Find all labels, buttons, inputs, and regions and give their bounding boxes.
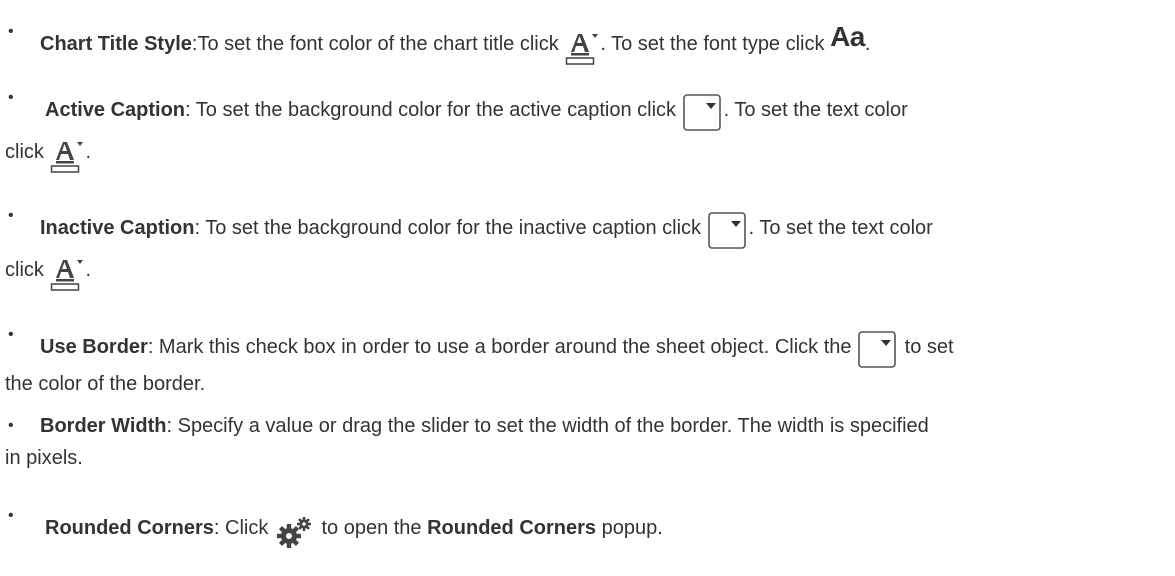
term-label: Inactive Caption bbox=[40, 217, 195, 239]
description-text: . To set the text color bbox=[748, 217, 933, 239]
term-label: Border Width bbox=[40, 415, 167, 437]
bullet: • bbox=[8, 23, 14, 40]
period-text: . bbox=[85, 259, 92, 281]
list-item-text: click . bbox=[5, 248, 91, 292]
bullet: • bbox=[8, 507, 14, 524]
list-item-text: Rounded Corners: Click to open the Round… bbox=[45, 506, 663, 550]
period-text: . bbox=[864, 33, 871, 55]
description-text: click bbox=[5, 141, 50, 163]
list-item-text: Inactive Caption: To set the background … bbox=[40, 206, 933, 250]
bullet: • bbox=[8, 207, 14, 224]
term-label: Use Border bbox=[40, 336, 148, 358]
font-type-icon[interactable]: Aa bbox=[830, 21, 865, 52]
description-text: . To set the font type click bbox=[600, 33, 831, 55]
term-label: Active Caption bbox=[45, 99, 186, 121]
description-text: : Click bbox=[213, 517, 274, 539]
description-text: : Mark this check box in order to use a … bbox=[147, 336, 858, 358]
list-item-text: Border Width: Specify a value or drag th… bbox=[40, 404, 929, 448]
description-text: : Specify a value or drag the slider to … bbox=[166, 415, 929, 437]
list-item-text: Active Caption: To set the background co… bbox=[45, 88, 908, 132]
list-item-text: click . bbox=[5, 130, 91, 174]
color-dropdown-icon[interactable] bbox=[682, 94, 723, 132]
description-text: : To set the background color for the in… bbox=[194, 217, 707, 239]
term-label: Rounded Corners bbox=[45, 517, 214, 539]
help-document: • Chart Title Style:To set the font colo… bbox=[0, 0, 1175, 576]
font-color-icon[interactable] bbox=[50, 258, 84, 292]
font-color-icon[interactable] bbox=[50, 140, 84, 174]
term-label: Chart Title Style bbox=[40, 33, 192, 55]
bullet: • bbox=[8, 326, 14, 343]
color-dropdown-icon[interactable] bbox=[858, 331, 898, 369]
list-item-text: Chart Title Style:To set the font color … bbox=[40, 22, 870, 66]
period-text: . bbox=[85, 141, 92, 163]
term-label: Rounded Corners bbox=[427, 517, 597, 539]
description-text: : To set the background color for the ac… bbox=[185, 99, 682, 121]
description-text: . To set the text color bbox=[723, 99, 908, 121]
bullet: • bbox=[8, 89, 14, 106]
description-text: :To set the font color of the chart titl… bbox=[191, 33, 565, 55]
gear-icon[interactable] bbox=[275, 516, 315, 550]
description-text: to open the bbox=[315, 517, 428, 539]
list-item-text: the color of the border. bbox=[5, 373, 206, 395]
description-text: click bbox=[5, 259, 50, 281]
color-dropdown-icon[interactable] bbox=[707, 212, 748, 250]
description-text: popup. bbox=[596, 517, 663, 539]
list-item-text: in pixels. bbox=[5, 447, 83, 469]
font-color-icon[interactable] bbox=[565, 32, 599, 66]
description-text: to set bbox=[899, 336, 954, 358]
